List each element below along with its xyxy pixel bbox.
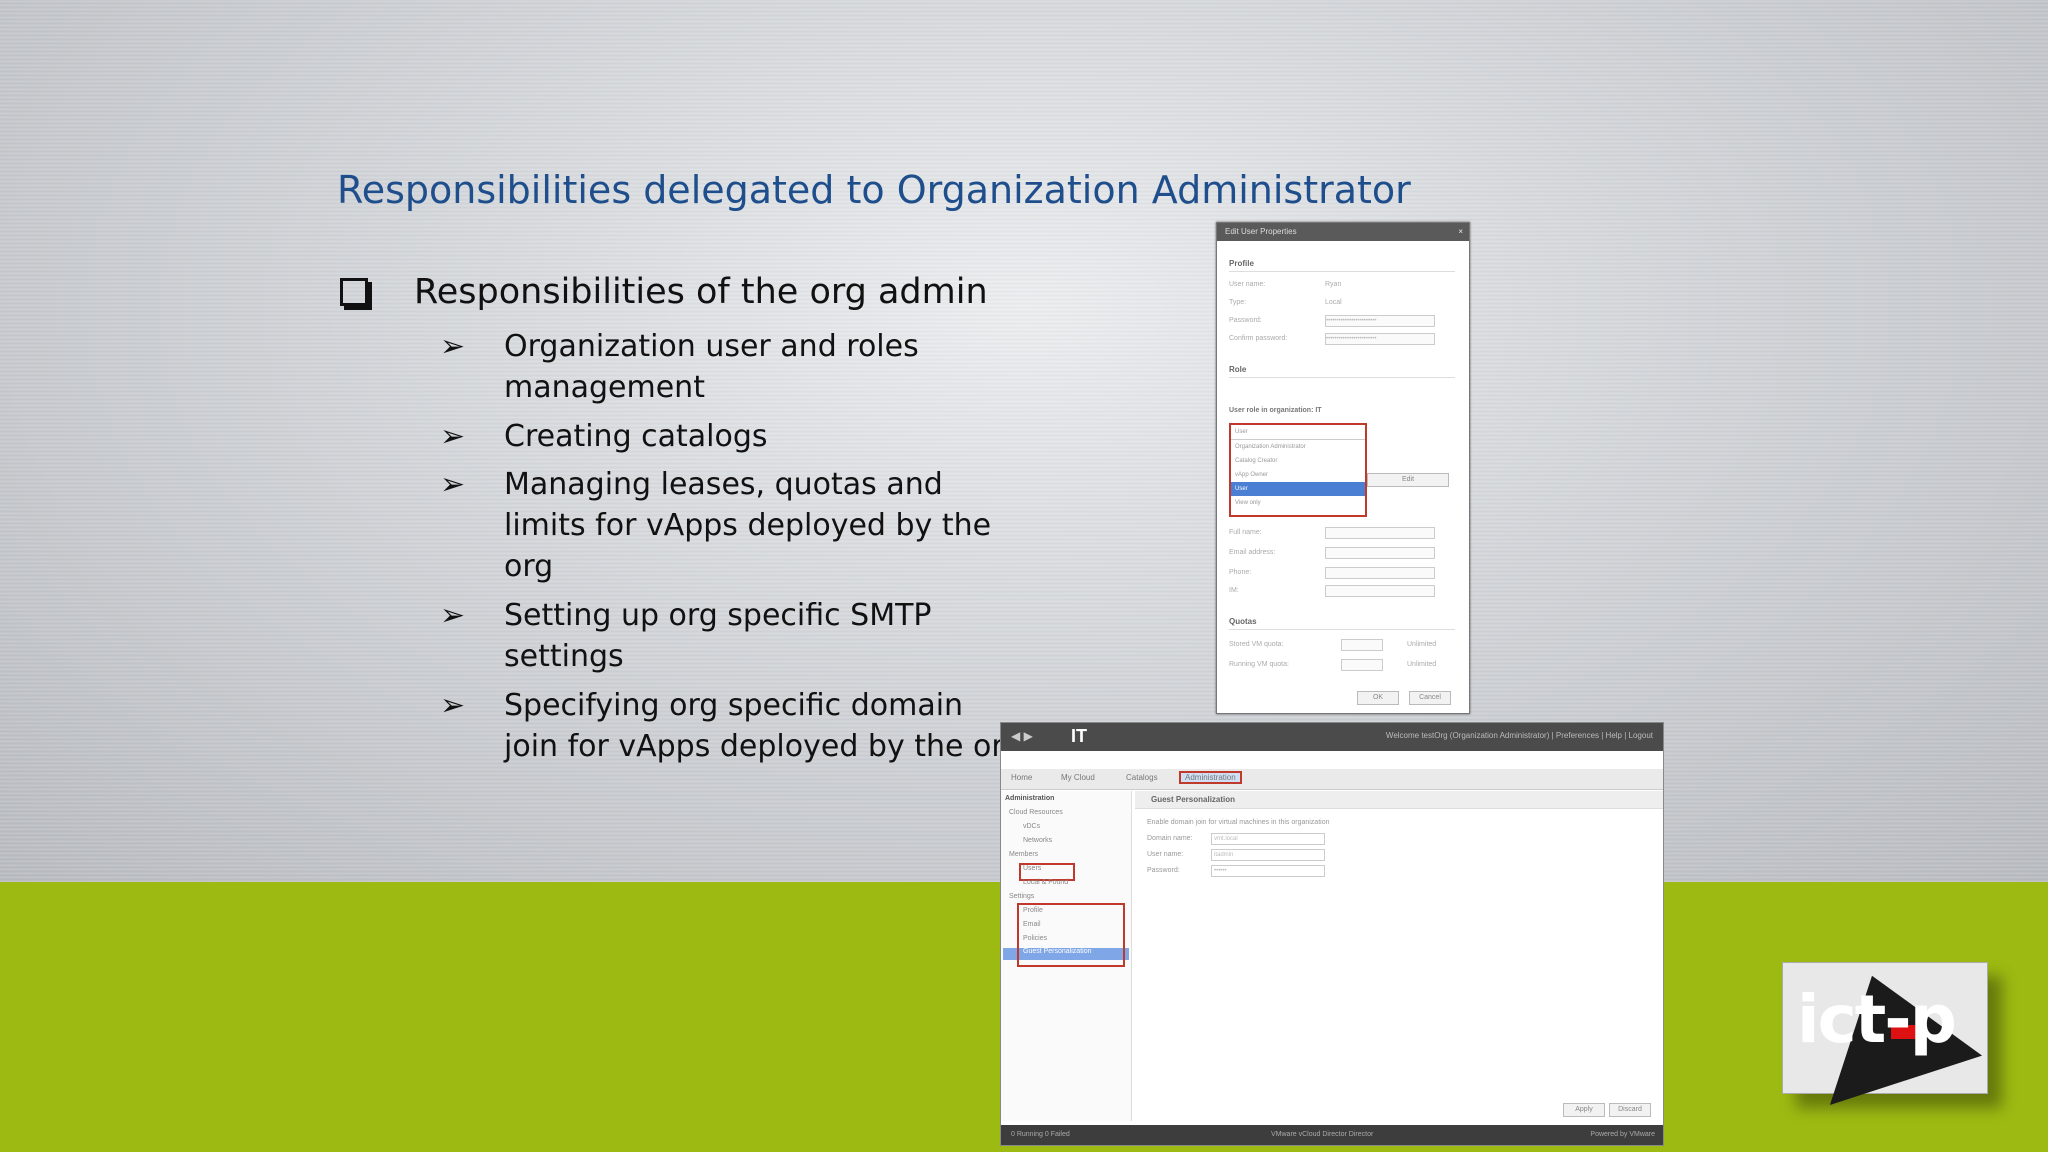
close-icon[interactable]: × bbox=[1458, 223, 1463, 241]
sub-bullet-text: Managing leases, quotas and limits for v… bbox=[504, 467, 992, 584]
running-vm-quota-field[interactable] bbox=[1341, 659, 1383, 671]
divider bbox=[1229, 377, 1455, 378]
role-dropdown-selected[interactable]: User bbox=[1231, 425, 1365, 440]
stored-vm-quota-field[interactable] bbox=[1341, 639, 1383, 651]
arrow-bullet-icon: ➢ bbox=[440, 598, 466, 633]
divider bbox=[1229, 629, 1455, 630]
sub-bullet: ➢ Managing leases, quotas and limits for… bbox=[440, 464, 991, 587]
dialog-titlebar: Edit User Properties × bbox=[1217, 223, 1469, 241]
domain-name-field[interactable]: vmt.local bbox=[1211, 833, 1325, 845]
sidebar-item-vdcs[interactable]: vDCs bbox=[1023, 823, 1040, 830]
sub-bullet: ➢ Creating catalogs bbox=[440, 416, 980, 457]
status-footer: 0 Running 0 Failed VMware vCloud Directo… bbox=[1001, 1125, 1663, 1145]
arrow-bullet-icon: ➢ bbox=[440, 419, 466, 454]
type-label: Type: bbox=[1229, 299, 1247, 306]
admin-sidebar: Administration Cloud Resources vDCs Netw… bbox=[1001, 791, 1132, 1121]
full-name-label: Full name: bbox=[1229, 529, 1262, 536]
role-option[interactable]: Organization Administrator bbox=[1231, 440, 1365, 454]
tab-catalogs[interactable]: Catalogs bbox=[1126, 773, 1158, 782]
arrow-bullet-icon: ➢ bbox=[440, 688, 466, 723]
user-name-value: Ryan bbox=[1325, 281, 1342, 288]
edit-button[interactable]: Edit bbox=[1367, 473, 1449, 487]
footer-product: VMware vCloud Director Director bbox=[1271, 1131, 1374, 1138]
user-name-label: User name: bbox=[1229, 281, 1266, 288]
tab-home[interactable]: Home bbox=[1011, 773, 1032, 782]
sub-bullet-text: Organization user and roles management bbox=[504, 329, 919, 405]
sidebar-item-cloud-resources[interactable]: Cloud Resources bbox=[1009, 809, 1063, 816]
domain-join-checkbox[interactable]: Enable domain join for virtual machines … bbox=[1147, 819, 1330, 826]
tab-administration[interactable]: Administration bbox=[1179, 771, 1242, 784]
user-name-label: User name: bbox=[1147, 851, 1184, 858]
ok-button[interactable]: OK bbox=[1357, 691, 1399, 705]
main-bullet-text: Responsibilities of the org admin bbox=[414, 272, 988, 312]
header-links[interactable]: Welcome testOrg (Organization Administra… bbox=[1386, 731, 1653, 740]
password-field[interactable]: •••••• bbox=[1211, 865, 1325, 877]
checkbox-bullet-icon bbox=[340, 278, 368, 306]
footer-powered-by: Powered by VMware bbox=[1590, 1131, 1655, 1138]
confirm-password-label: Confirm password: bbox=[1229, 335, 1288, 342]
role-section-title: Role bbox=[1229, 365, 1247, 374]
sub-bullet: ➢ Organization user and roles management bbox=[440, 326, 980, 408]
ict-logo: ict-p bbox=[1782, 950, 1988, 1106]
profile-section-title: Profile bbox=[1229, 259, 1254, 268]
user-name-field[interactable]: itadmin bbox=[1211, 849, 1325, 861]
email-label: Email address: bbox=[1229, 549, 1276, 556]
tab-my-cloud[interactable]: My Cloud bbox=[1061, 773, 1095, 782]
email-field[interactable] bbox=[1325, 547, 1435, 559]
settings-highlight-box bbox=[1017, 903, 1125, 967]
type-value: Local bbox=[1325, 299, 1342, 306]
org-name: IT bbox=[1071, 726, 1087, 746]
full-name-field[interactable] bbox=[1325, 527, 1435, 539]
role-option[interactable]: View only bbox=[1231, 496, 1365, 510]
running-vm-quota-label: Running VM quota: bbox=[1229, 661, 1289, 668]
sub-bullet-text: Creating catalogs bbox=[504, 419, 768, 454]
phone-field[interactable] bbox=[1325, 567, 1435, 579]
role-option[interactable]: vApp Owner bbox=[1231, 468, 1365, 482]
dialog-title: Edit User Properties bbox=[1225, 227, 1297, 236]
guest-personalization-pane: Guest Personalization Enable domain join… bbox=[1135, 791, 1663, 1121]
pane-title: Guest Personalization bbox=[1135, 791, 1663, 809]
logo-text: ict-p bbox=[1797, 981, 1957, 1058]
unlimited-option[interactable]: Unlimited bbox=[1407, 641, 1436, 648]
edit-user-dialog-screenshot: Edit User Properties × Profile User name… bbox=[1216, 222, 1470, 714]
apply-button[interactable]: Apply bbox=[1563, 1103, 1605, 1117]
role-option[interactable]: Catalog Creator bbox=[1231, 454, 1365, 468]
sidebar-title: Administration bbox=[1005, 795, 1055, 802]
vcloud-director-screenshot: ◀ ▶ IT Welcome testOrg (Organization Adm… bbox=[1000, 722, 1664, 1146]
domain-name-label: Domain name: bbox=[1147, 835, 1193, 842]
role-in-org-label: User role in organization: IT bbox=[1229, 407, 1322, 414]
app-header: ◀ ▶ IT Welcome testOrg (Organization Adm… bbox=[1001, 723, 1663, 751]
sidebar-item-settings[interactable]: Settings bbox=[1009, 893, 1034, 900]
sub-bullet: ➢ Specifying org specific domain join fo… bbox=[440, 685, 1022, 808]
password-field[interactable]: •••••••••••••••••••••••• bbox=[1325, 315, 1435, 327]
cancel-button[interactable]: Cancel bbox=[1409, 691, 1451, 705]
confirm-password-field[interactable]: •••••••••••••••••••••••• bbox=[1325, 333, 1435, 345]
footer-status: 0 Running 0 Failed bbox=[1011, 1131, 1070, 1138]
sub-bullet-text: Setting up org specific SMTP settings bbox=[504, 598, 932, 674]
slide-title: Responsibilities delegated to Organizati… bbox=[337, 168, 1411, 212]
password-label: Password: bbox=[1147, 867, 1180, 874]
im-field[interactable] bbox=[1325, 585, 1435, 597]
phone-label: Phone: bbox=[1229, 569, 1252, 576]
arrow-bullet-icon: ➢ bbox=[440, 329, 466, 364]
unlimited-option[interactable]: Unlimited bbox=[1407, 661, 1436, 668]
password-label: Password: bbox=[1229, 317, 1262, 324]
arrow-bullet-icon: ➢ bbox=[440, 467, 466, 502]
sub-bullet: ➢ Setting up org specific SMTP settings bbox=[440, 595, 980, 677]
sidebar-item-networks[interactable]: Networks bbox=[1023, 837, 1052, 844]
nav-arrows-icon[interactable]: ◀ ▶ bbox=[1011, 729, 1033, 743]
divider bbox=[1229, 271, 1455, 272]
sidebar-item-lost-found[interactable]: Local & Found bbox=[1023, 879, 1068, 886]
im-label: IM: bbox=[1229, 587, 1239, 594]
role-dropdown[interactable]: User Organization Administrator Catalog … bbox=[1229, 423, 1367, 517]
quotas-section-title: Quotas bbox=[1229, 617, 1257, 626]
role-option-selected[interactable]: User bbox=[1231, 482, 1365, 496]
tab-bar: Home My Cloud Catalogs Administration bbox=[1001, 769, 1663, 790]
discard-button[interactable]: Discard bbox=[1609, 1103, 1651, 1117]
sidebar-item-members[interactable]: Members bbox=[1009, 851, 1038, 858]
stored-vm-quota-label: Stored VM quota: bbox=[1229, 641, 1284, 648]
sub-bullet-text: Specifying org specific domain join for … bbox=[504, 688, 1023, 764]
